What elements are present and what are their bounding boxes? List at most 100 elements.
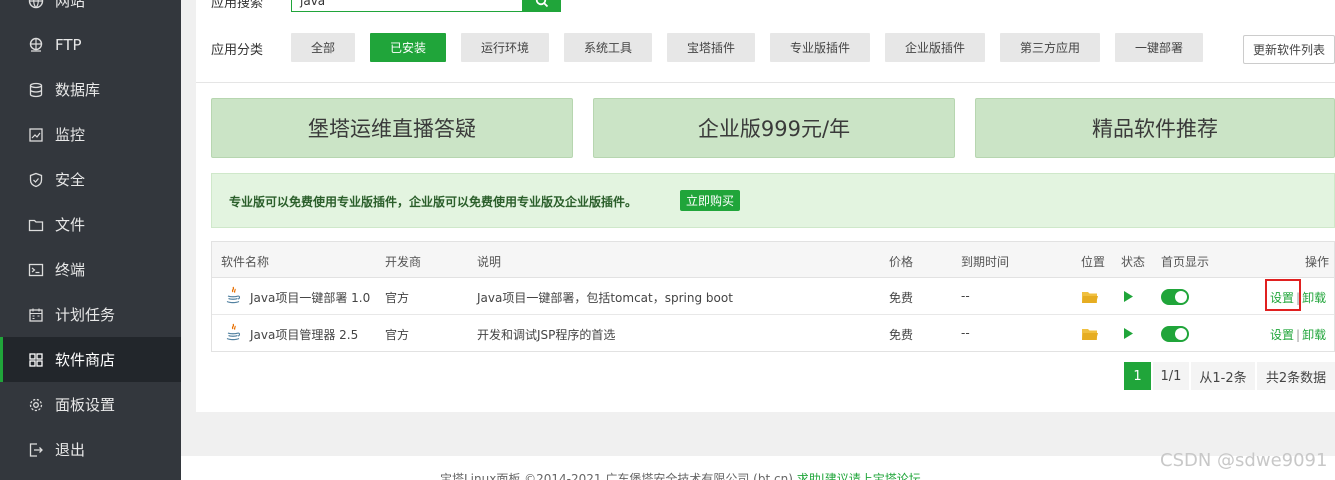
divider <box>196 82 1335 83</box>
category-enterprise-plugins-button[interactable]: 企业版插件 <box>885 33 985 62</box>
category-one-click-deploy-button[interactable]: 一键部署 <box>1115 33 1203 62</box>
header-expiry: 到期时间 <box>961 255 1010 269</box>
header-description: 说明 <box>477 255 502 269</box>
sidebar-item-label: FTP <box>55 35 82 54</box>
search-input[interactable]: java <box>291 0 523 12</box>
sidebar-item-files[interactable]: 文件 <box>0 202 181 247</box>
java-icon <box>226 323 241 341</box>
play-icon[interactable] <box>1123 328 1133 339</box>
uninstall-link[interactable]: 卸载 <box>1302 291 1326 305</box>
header-location: 位置 <box>1081 255 1106 269</box>
monitor-icon <box>28 127 44 143</box>
sidebar-item-label: 面板设置 <box>55 396 116 414</box>
database-icon <box>28 82 44 98</box>
category-third-party-button[interactable]: 第三方应用 <box>1000 33 1100 62</box>
sidebar-item-panel-settings[interactable]: 面板设置 <box>0 382 181 427</box>
sidebar-item-label: 文件 <box>55 216 86 234</box>
header-homepage-display: 首页显示 <box>1161 255 1210 269</box>
buy-now-button[interactable]: 立即购买 <box>680 190 740 211</box>
java-icon <box>226 286 241 304</box>
watermark: CSDN @sdwe9091 <box>1160 450 1328 471</box>
category-label: 应用分类 <box>211 43 264 58</box>
homepage-display-toggle[interactable] <box>1161 326 1189 342</box>
category-system-tools-button[interactable]: 系统工具 <box>564 33 652 62</box>
header-name: 软件名称 <box>221 255 270 269</box>
highlight-box <box>1265 279 1301 311</box>
sidebar-item-app-store[interactable]: 软件商店 <box>0 337 181 382</box>
folder-icon <box>28 217 44 233</box>
software-expiry: -- <box>961 326 970 340</box>
sidebar-item-label: 数据库 <box>55 81 101 99</box>
software-price: 免费 <box>889 328 914 342</box>
category-runtime-button[interactable]: 运行环境 <box>461 33 549 62</box>
open-folder-icon[interactable] <box>1082 291 1098 303</box>
grid-icon <box>28 352 44 368</box>
settings-link[interactable]: 设置 <box>1270 328 1294 342</box>
banner-live-qa[interactable]: 堡塔运维直播答疑 <box>211 98 573 158</box>
search-button[interactable] <box>522 0 561 12</box>
category-pro-plugins-button[interactable]: 专业版插件 <box>770 33 870 62</box>
page-range: 从1-2条 <box>1191 362 1255 390</box>
search-icon <box>535 0 548 8</box>
software-price: 免费 <box>889 291 914 305</box>
category-installed-button[interactable]: 已安装 <box>370 33 446 62</box>
software-vendor: 官方 <box>385 328 410 342</box>
sidebar-item-terminal[interactable]: 终端 <box>0 247 181 292</box>
ftp-icon <box>28 37 44 53</box>
table-header: 软件名称 开发商 说明 价格 到期时间 位置 状态 首页显示 操作 <box>212 242 1334 278</box>
footer-copyright: 宝塔Linux面板 ©2014-2021 广东堡塔安全技术有限公司 (bt.cn… <box>440 472 793 480</box>
sidebar-item-logout[interactable]: 退出 <box>0 427 181 472</box>
category-bt-plugins-button[interactable]: 宝塔插件 <box>667 33 755 62</box>
header-price: 价格 <box>889 255 914 269</box>
footer-text: 宝塔Linux面板 ©2014-2021 广东堡塔安全技术有限公司 (bt.cn… <box>440 470 921 480</box>
banner-recommended-software[interactable]: 精品软件推荐 <box>975 98 1335 158</box>
banner-enterprise-price[interactable]: 企业版999元/年 <box>593 98 955 158</box>
software-name: Java项目管理器 2.5 <box>250 328 359 342</box>
software-description: Java项目一键部署，包括tomcat，spring boot <box>477 291 733 305</box>
software-name: Java项目一键部署 1.0 <box>250 291 371 305</box>
sidebar: 网站 FTP 数据库 监控 安全 文件 终端 计划任务 软件商店 面板设置 退出 <box>0 0 181 480</box>
shield-icon <box>28 172 44 188</box>
notice-box: 专业版可以免费使用专业版插件，企业版可以免费使用专业版及企业版插件。 立即购买 <box>211 173 1335 228</box>
forum-link[interactable]: 求助|建议请上宝塔论坛 <box>797 472 921 480</box>
sidebar-item-security[interactable]: 安全 <box>0 157 181 202</box>
gear-icon <box>28 397 44 413</box>
logout-icon <box>28 442 44 458</box>
row-actions: 设置 | 卸载 <box>1270 326 1326 343</box>
sidebar-item-cron[interactable]: 计划任务 <box>0 292 181 337</box>
refresh-software-list-button[interactable]: 更新软件列表 <box>1243 35 1335 64</box>
homepage-display-toggle[interactable] <box>1161 289 1189 305</box>
table-row: Java项目管理器 2.5 官方 开发和调试JSP程序的首选 免费 -- 设置 |… <box>212 315 1334 352</box>
page-current[interactable]: 1 <box>1124 362 1151 390</box>
globe-icon <box>28 0 44 9</box>
open-folder-icon[interactable] <box>1082 328 1098 340</box>
sidebar-item-label: 计划任务 <box>55 306 116 324</box>
sidebar-item-label: 退出 <box>55 441 86 459</box>
terminal-icon <box>28 262 44 278</box>
table-row: Java项目一键部署 1.0 官方 Java项目一键部署，包括tomcat，sp… <box>212 278 1334 315</box>
software-description: 开发和调试JSP程序的首选 <box>477 328 616 342</box>
sidebar-item-label: 软件商店 <box>55 351 116 369</box>
header-status: 状态 <box>1121 255 1146 269</box>
category-all-button[interactable]: 全部 <box>291 33 355 62</box>
sidebar-item-website[interactable]: 网站 <box>0 0 181 23</box>
play-icon[interactable] <box>1123 291 1133 302</box>
separator: | <box>1296 328 1301 342</box>
sidebar-item-database[interactable]: 数据库 <box>0 67 181 112</box>
sidebar-item-ftp[interactable]: FTP <box>0 22 181 67</box>
sidebar-item-label: 终端 <box>55 261 86 279</box>
software-expiry: -- <box>961 289 970 303</box>
search-label: 应用搜索 <box>211 0 264 11</box>
header-vendor: 开发商 <box>385 255 422 269</box>
page-count: 1/1 <box>1153 362 1189 390</box>
software-vendor: 官方 <box>385 291 410 305</box>
sidebar-item-monitor[interactable]: 监控 <box>0 112 181 157</box>
uninstall-link[interactable]: 卸载 <box>1302 328 1326 342</box>
calendar-icon <box>28 307 44 323</box>
sidebar-item-label: 监控 <box>55 126 86 144</box>
header-actions: 操作 <box>1305 255 1330 269</box>
software-table: 软件名称 开发商 说明 价格 到期时间 位置 状态 首页显示 操作 Java项目… <box>211 241 1335 352</box>
sidebar-item-label: 网站 <box>55 0 86 10</box>
notice-text: 专业版可以免费使用专业版插件，企业版可以免费使用专业版及企业版插件。 <box>229 195 638 209</box>
sidebar-item-label: 安全 <box>55 171 86 189</box>
